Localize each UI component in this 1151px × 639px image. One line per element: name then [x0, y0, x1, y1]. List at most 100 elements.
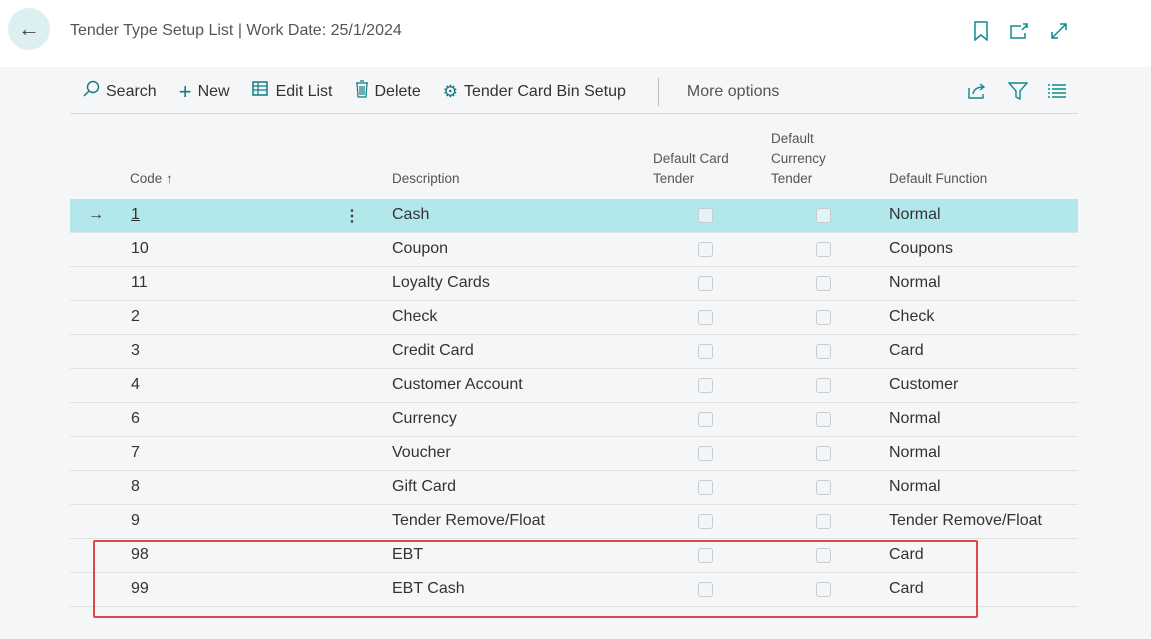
sort-ascending-icon: ↑ — [166, 171, 173, 186]
expand-icon[interactable] — [1048, 20, 1070, 42]
default-card-tender-checkbox[interactable] — [698, 582, 713, 597]
default-card-tender-checkbox[interactable] — [698, 480, 713, 495]
more-options-button[interactable]: More options — [687, 83, 780, 101]
default-function-cell: Normal — [889, 444, 941, 461]
default-card-tender-checkbox[interactable] — [698, 208, 713, 223]
column-header-default-function[interactable]: Default Function — [889, 169, 987, 189]
description-cell: Loyalty Cards — [392, 274, 490, 291]
table-row[interactable]: 10 Coupon Coupons — [70, 233, 1078, 267]
description-cell: Check — [392, 308, 438, 325]
default-currency-tender-checkbox[interactable] — [816, 412, 831, 427]
default-currency-tender-checkbox[interactable] — [816, 208, 831, 223]
default-currency-tender-checkbox[interactable] — [816, 242, 831, 257]
new-label: New — [197, 82, 230, 100]
description-cell: Cash — [392, 206, 430, 223]
code-cell: 6 — [131, 410, 140, 427]
default-currency-tender-checkbox[interactable] — [816, 344, 831, 359]
default-card-tender-checkbox[interactable] — [698, 412, 713, 427]
delete-label: Delete — [374, 82, 421, 100]
open-new-window-icon[interactable] — [1008, 20, 1030, 42]
column-header-default-currency-tender[interactable]: Default Currency Tender — [771, 129, 826, 189]
table-row[interactable]: 4 Customer Account Customer — [70, 369, 1078, 403]
code-cell[interactable]: 1 — [131, 206, 140, 224]
default-currency-tender-checkbox[interactable] — [816, 378, 831, 393]
default-function-cell: Normal — [889, 478, 941, 495]
header-line: Tender — [771, 171, 813, 186]
code-cell: 9 — [131, 512, 140, 529]
default-function-cell: Normal — [889, 410, 941, 427]
toolbar-divider — [657, 77, 659, 106]
default-currency-tender-checkbox[interactable] — [816, 446, 831, 461]
edit-list-button[interactable]: Edit List — [251, 81, 333, 102]
plus-icon: + — [178, 78, 192, 104]
table-row[interactable]: 98 EBT Card — [70, 539, 1078, 573]
table-row[interactable]: 6 Currency Normal — [70, 403, 1078, 437]
default-currency-tender-checkbox[interactable] — [816, 582, 831, 597]
tender-card-bin-setup-button[interactable]: ⚙ Tender Card Bin Setup — [443, 82, 626, 102]
default-function-cell: Tender Remove/Float — [889, 512, 1042, 529]
default-function-cell: Customer — [889, 376, 959, 393]
default-currency-tender-checkbox[interactable] — [816, 548, 831, 563]
table-row[interactable]: 3 Credit Card Card — [70, 335, 1078, 369]
column-header-description[interactable]: Description — [392, 169, 460, 189]
table-row[interactable]: 99 EBT Cash Card — [70, 573, 1078, 607]
code-header-label: Code — [130, 171, 163, 186]
default-currency-tender-checkbox[interactable] — [816, 480, 831, 495]
default-card-tender-checkbox[interactable] — [698, 310, 713, 325]
default-card-tender-checkbox[interactable] — [698, 242, 713, 257]
filter-icon[interactable] — [1007, 80, 1029, 102]
code-cell: 10 — [131, 240, 149, 257]
search-icon — [82, 80, 100, 103]
list-view-icon[interactable] — [1046, 80, 1068, 102]
row-selected-arrow-icon: → — [88, 206, 104, 223]
row-actions-menu-icon[interactable]: ⋮ — [344, 206, 360, 226]
default-currency-tender-checkbox[interactable] — [816, 276, 831, 291]
header-line: Currency — [771, 151, 826, 166]
search-button[interactable]: Search — [82, 80, 157, 103]
code-cell: 3 — [131, 342, 140, 359]
share-icon[interactable] — [966, 80, 988, 102]
default-card-tender-checkbox[interactable] — [698, 514, 713, 529]
code-cell: 2 — [131, 308, 140, 325]
description-cell: EBT — [392, 546, 424, 563]
delete-button[interactable]: Delete — [355, 80, 421, 103]
default-currency-tender-checkbox[interactable] — [816, 514, 831, 529]
description-cell: Currency — [392, 410, 457, 427]
description-cell: Credit Card — [392, 342, 474, 359]
table-row[interactable]: → ⋮ 1 Cash Normal — [70, 199, 1078, 233]
code-cell: 98 — [131, 546, 149, 563]
bookmark-icon[interactable] — [970, 20, 992, 42]
default-function-cell: Card — [889, 546, 924, 563]
table-row[interactable]: 9 Tender Remove/Float Tender Remove/Float — [70, 505, 1078, 539]
trash-icon — [355, 80, 369, 103]
code-cell: 8 — [131, 478, 140, 495]
table-row[interactable]: 11 Loyalty Cards Normal — [70, 267, 1078, 301]
column-header-code[interactable]: Code ↑ — [130, 169, 173, 189]
description-cell: Voucher — [392, 444, 451, 461]
default-card-tender-checkbox[interactable] — [698, 344, 713, 359]
description-cell: Tender Remove/Float — [392, 512, 545, 529]
header-line: Default — [771, 131, 814, 146]
default-currency-tender-checkbox[interactable] — [816, 310, 831, 325]
default-card-tender-checkbox[interactable] — [698, 548, 713, 563]
table-row[interactable]: 2 Check Check — [70, 301, 1078, 335]
table-row[interactable]: 7 Voucher Normal — [70, 437, 1078, 471]
description-cell: EBT Cash — [392, 580, 465, 597]
table-row[interactable]: 8 Gift Card Normal — [70, 471, 1078, 505]
header-line: Default Card — [653, 151, 729, 166]
code-cell: 7 — [131, 444, 140, 461]
back-button[interactable]: ← — [8, 8, 50, 50]
default-function-cell: Card — [889, 580, 924, 597]
code-cell: 11 — [131, 274, 148, 291]
page-title: Tender Type Setup List | Work Date: 25/1… — [70, 22, 402, 39]
code-cell: 4 — [131, 376, 140, 393]
default-function-cell: Card — [889, 342, 924, 359]
default-function-cell: Normal — [889, 206, 941, 223]
column-header-default-card-tender[interactable]: Default Card Tender — [653, 149, 729, 189]
new-button[interactable]: + New — [178, 78, 230, 104]
page-header: ← Tender Type Setup List | Work Date: 25… — [0, 0, 1151, 67]
default-card-tender-checkbox[interactable] — [698, 446, 713, 461]
default-card-tender-checkbox[interactable] — [698, 378, 713, 393]
bin-setup-label: Tender Card Bin Setup — [464, 82, 626, 100]
default-card-tender-checkbox[interactable] — [698, 276, 713, 291]
